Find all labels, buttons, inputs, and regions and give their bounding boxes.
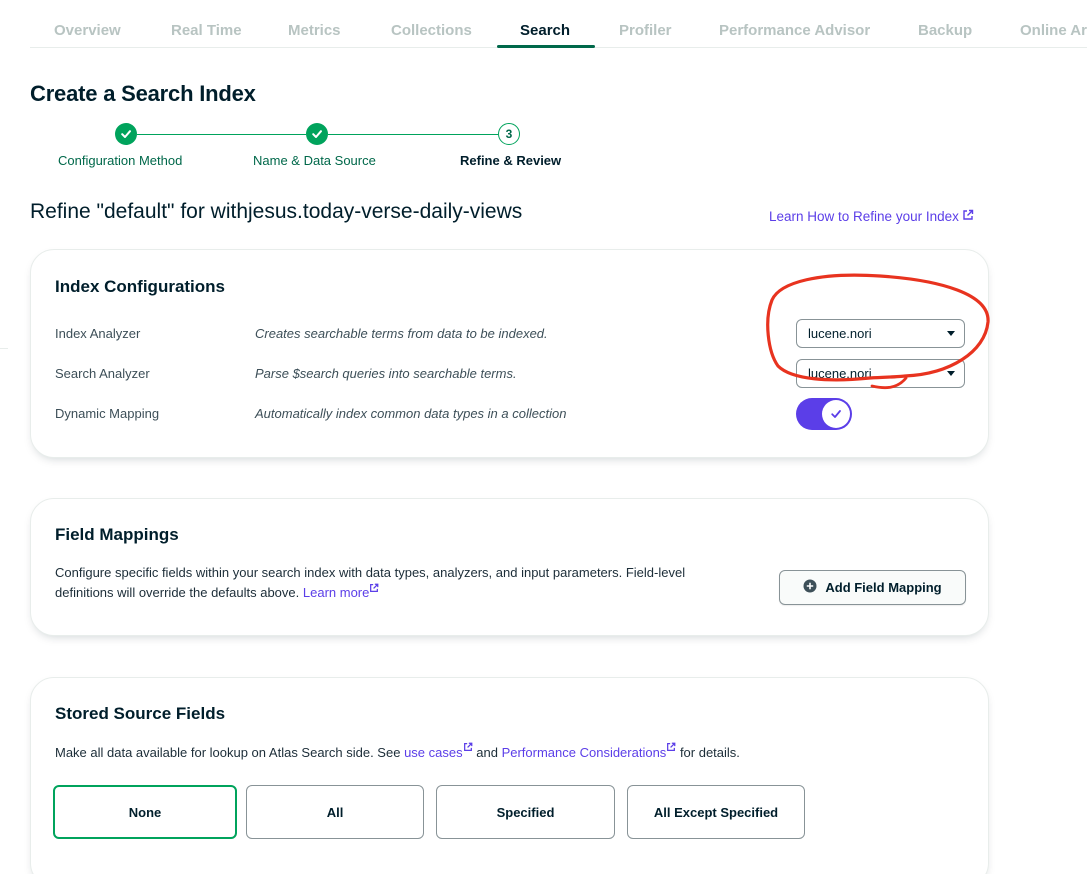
active-tab-indicator bbox=[497, 45, 595, 48]
field-mappings-title: Field Mappings bbox=[55, 525, 179, 544]
external-link-icon bbox=[369, 583, 379, 600]
add-field-mapping-button[interactable]: Add Field Mapping bbox=[779, 570, 966, 605]
option-all[interactable]: All bbox=[246, 785, 424, 839]
step-connector bbox=[328, 134, 498, 135]
learn-refine-link[interactable]: Learn How to Refine your Index bbox=[769, 209, 974, 224]
check-icon bbox=[115, 123, 137, 145]
field-mappings-desc: Configure specific fields within your se… bbox=[55, 563, 745, 603]
tab-search[interactable]: Search bbox=[520, 22, 570, 39]
step-label-name-data-source: Name & Data Source bbox=[253, 153, 376, 168]
performance-considerations-link[interactable]: Performance Considerations bbox=[502, 745, 667, 760]
index-analyzer-label: Index Analyzer bbox=[55, 326, 141, 341]
index-configurations-title: Index Configurations bbox=[55, 277, 225, 296]
option-none[interactable]: None bbox=[53, 785, 237, 839]
stepper: 3 Configuration Method Name & Data Sourc… bbox=[0, 122, 620, 172]
option-specified[interactable]: Specified bbox=[436, 785, 615, 839]
dynamic-mapping-label: Dynamic Mapping bbox=[55, 406, 160, 421]
step-connector bbox=[137, 134, 306, 135]
tab-profiler[interactable]: Profiler bbox=[619, 22, 672, 39]
stored-source-desc-suffix: for details. bbox=[679, 745, 740, 760]
stored-source-and: and bbox=[476, 745, 498, 760]
step-label-refine-review: Refine & Review bbox=[460, 153, 562, 168]
tab-overview[interactable]: Overview bbox=[54, 22, 121, 39]
external-link-icon bbox=[962, 209, 974, 224]
search-analyzer-label: Search Analyzer bbox=[55, 366, 150, 381]
tab-collections[interactable]: Collections bbox=[391, 22, 472, 39]
learn-more-link[interactable]: Learn more bbox=[303, 585, 369, 600]
search-analyzer-desc: Parse $search queries into searchable te… bbox=[255, 366, 517, 381]
divider bbox=[0, 348, 8, 349]
search-analyzer-select[interactable]: lucene.nori bbox=[796, 359, 965, 388]
stored-source-desc: Make all data available for lookup on At… bbox=[55, 742, 740, 760]
index-configurations-card: Index Configurations Index Analyzer Crea… bbox=[30, 249, 989, 458]
page-title: Create a Search Index bbox=[30, 81, 256, 106]
tab-real-time[interactable]: Real Time bbox=[171, 22, 242, 39]
learn-refine-link-label: Learn How to Refine your Index bbox=[769, 209, 959, 224]
index-analyzer-select[interactable]: lucene.nori bbox=[796, 319, 965, 348]
stored-source-desc-prefix: Make all data available for lookup on At… bbox=[55, 745, 401, 760]
stored-source-card: Stored Source Fields Make all data avail… bbox=[30, 677, 989, 874]
external-link-icon bbox=[666, 742, 676, 760]
refine-title: Refine "default" for withjesus.today-ver… bbox=[30, 200, 523, 223]
step-number: 3 bbox=[498, 123, 520, 145]
step-label-configuration-method: Configuration Method bbox=[58, 153, 183, 168]
use-cases-link[interactable]: use cases bbox=[404, 745, 463, 760]
caret-down-icon bbox=[947, 331, 955, 336]
tab-metrics[interactable]: Metrics bbox=[288, 22, 341, 39]
dynamic-mapping-toggle[interactable] bbox=[796, 398, 852, 430]
option-all-except-specified[interactable]: All Except Specified bbox=[627, 785, 805, 839]
tab-performance-advisor[interactable]: Performance Advisor bbox=[719, 22, 870, 39]
tab-backup[interactable]: Backup bbox=[918, 22, 972, 39]
tab-bar: Overview Real Time Metrics Collections S… bbox=[30, 0, 1087, 48]
field-mappings-card: Field Mappings Configure specific fields… bbox=[30, 498, 989, 636]
tab-online-archive[interactable]: Online Ar bbox=[1020, 22, 1087, 39]
index-analyzer-value: lucene.nori bbox=[808, 326, 872, 341]
dynamic-mapping-desc: Automatically index common data types in… bbox=[255, 406, 567, 421]
caret-down-icon bbox=[947, 371, 955, 376]
check-icon bbox=[822, 400, 850, 428]
check-icon bbox=[306, 123, 328, 145]
add-field-mapping-label: Add Field Mapping bbox=[825, 580, 942, 595]
external-link-icon bbox=[463, 742, 473, 760]
index-analyzer-desc: Creates searchable terms from data to be… bbox=[255, 326, 548, 341]
search-analyzer-value: lucene.nori bbox=[808, 366, 872, 381]
plus-circle-icon bbox=[803, 579, 817, 596]
stored-source-title: Stored Source Fields bbox=[55, 704, 226, 723]
